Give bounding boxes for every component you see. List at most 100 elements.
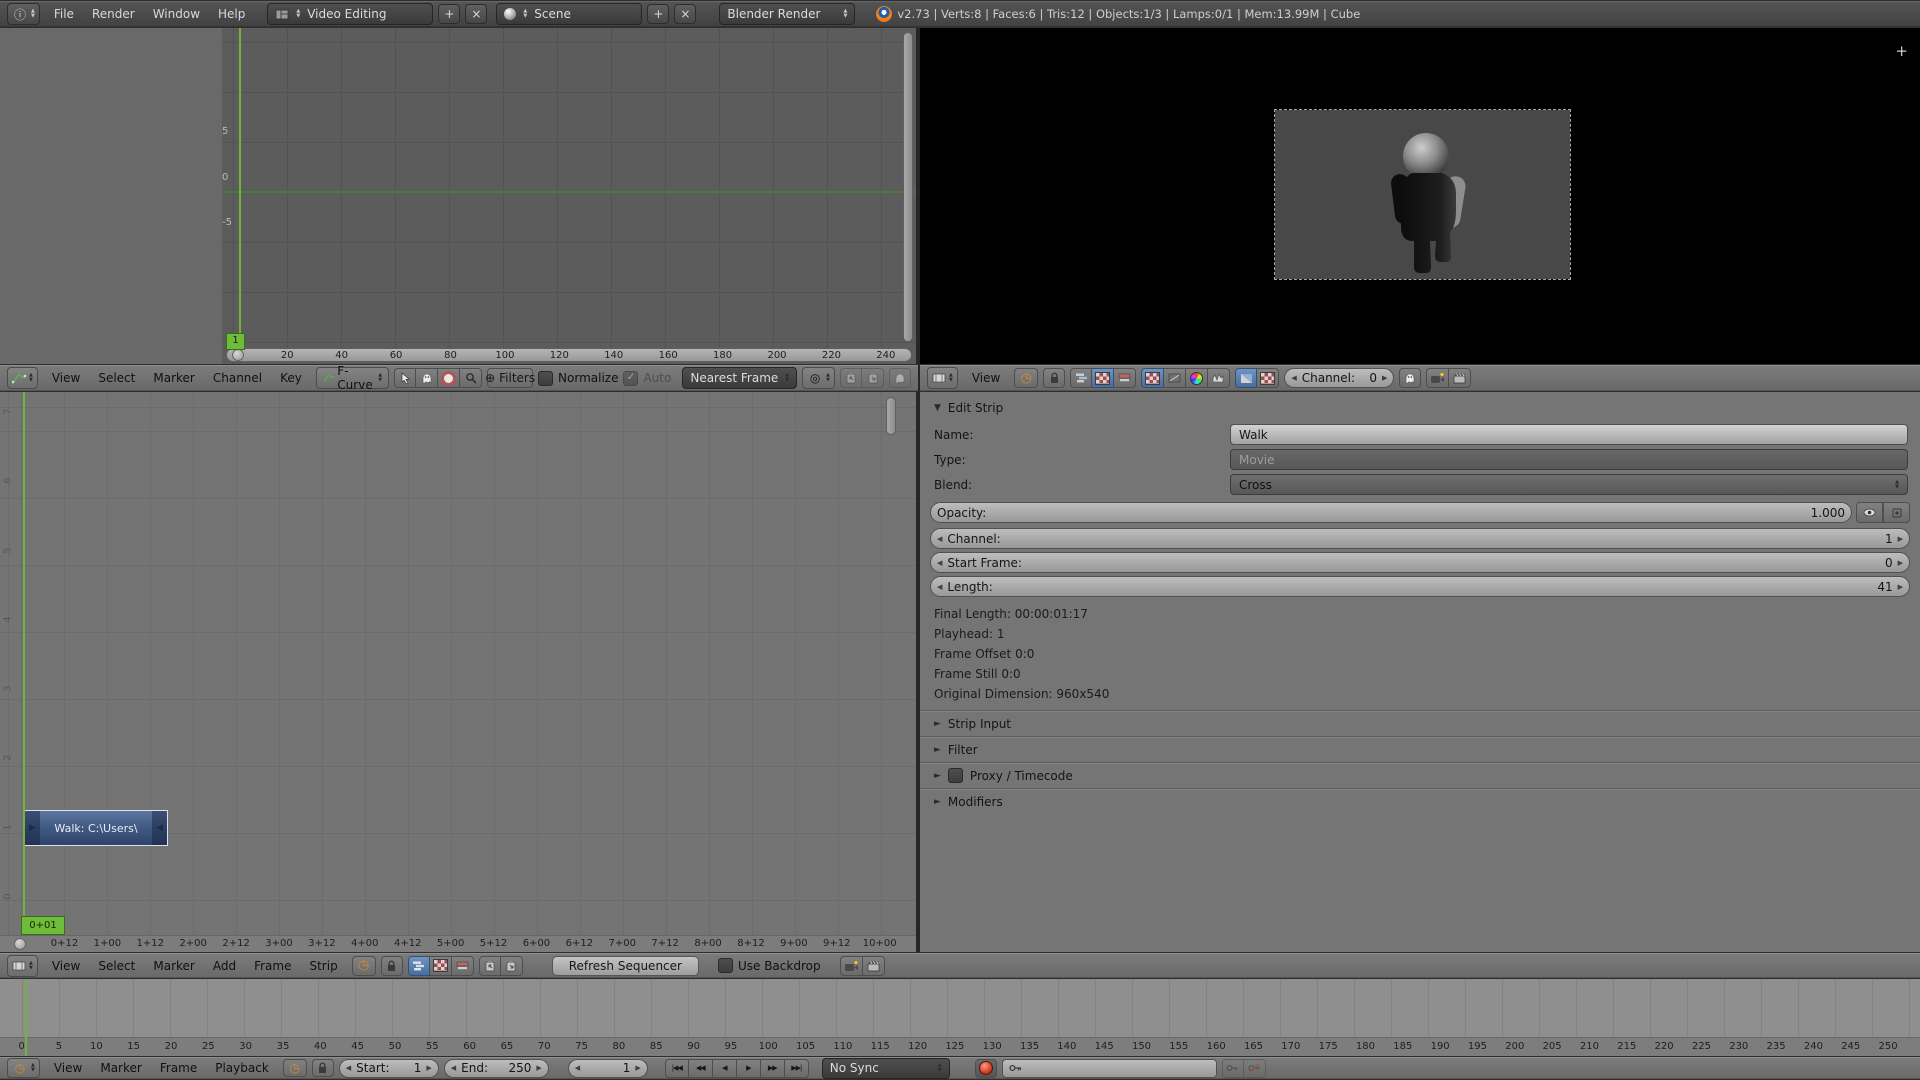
pivot-dropdown[interactable]: ◎ ▲▼ <box>802 367 835 389</box>
ghost-frames-button[interactable] <box>1399 368 1421 388</box>
menu-item[interactable]: Strip <box>300 957 346 975</box>
collapsed-panel-proxy-timecode[interactable]: ►✓Proxy / Timecode <box>920 762 1920 788</box>
menu-item[interactable]: Frame <box>245 957 300 975</box>
sequencer-current-frame-label[interactable]: 0+01 <box>21 916 65 935</box>
insert-keyframe-button[interactable] <box>1222 1059 1244 1078</box>
increment-arrow[interactable]: ▶ <box>1898 559 1903 567</box>
menu-item[interactable]: View <box>963 369 1009 387</box>
render-engine-selector[interactable]: Blender Render ▲▼ <box>719 3 855 25</box>
decrement-arrow[interactable]: ◀ <box>937 535 942 543</box>
length-field[interactable]: ◀ Length: 41 ▶ <box>930 576 1910 597</box>
proxy-checkbox[interactable]: ✓ <box>948 768 963 783</box>
menu-item[interactable]: Playback <box>206 1059 278 1077</box>
render-animation-button[interactable] <box>863 956 885 976</box>
render-animation-button[interactable] <box>1449 368 1471 388</box>
graph-editor-type-button[interactable]: ▲▼ <box>7 367 38 389</box>
decrement-arrow[interactable]: ◀ <box>346 1064 351 1072</box>
add-layout-button[interactable]: + <box>438 4 460 24</box>
scene-selector[interactable]: ▲▼ Scene <box>496 3 642 25</box>
normalize-checkbox[interactable]: ✓ <box>538 371 553 386</box>
end-frame-field[interactable]: ◀ End: 250 ▶ <box>444 1059 549 1078</box>
movie-strip[interactable]: ▶ Walk: C:\Users\ ◀ <box>24 810 168 846</box>
region-expand-icon[interactable]: + <box>1895 44 1908 59</box>
view-sequence-button[interactable] <box>408 956 430 976</box>
close-layout-button[interactable]: × <box>465 4 487 24</box>
menu-item[interactable]: File <box>45 5 83 23</box>
preview-editor-type-button[interactable]: ▲▼ <box>927 367 958 389</box>
menu-item[interactable]: Marker <box>144 369 203 387</box>
menu-item[interactable]: Select <box>89 957 144 975</box>
current-frame-indicator-button[interactable]: ◷ <box>352 956 376 976</box>
display-image-button[interactable] <box>1141 368 1164 388</box>
graph-ruler[interactable]: 20406080100120140160180200220240 <box>260 348 913 363</box>
render-opengl-button[interactable] <box>840 956 863 976</box>
graph-mode-dropdown[interactable]: F-Curve ▲▼ <box>316 367 389 389</box>
lock-button[interactable] <box>381 956 403 976</box>
menu-item[interactable]: Add <box>204 957 245 975</box>
filters-button[interactable]: ⊕ Filters <box>487 368 533 388</box>
jump-to-end-button[interactable]: ▶▶| <box>785 1059 809 1078</box>
menu-item[interactable]: Window <box>144 5 209 23</box>
record-button[interactable] <box>975 1059 997 1078</box>
menu-item[interactable]: Help <box>209 5 254 23</box>
start-frame-field[interactable]: ◀ Start: 1 ▶ <box>339 1059 439 1078</box>
paste-keyframes-button[interactable] <box>862 368 884 388</box>
decrement-arrow[interactable]: ◀ <box>451 1064 456 1072</box>
menu-item[interactable]: View <box>43 957 89 975</box>
preview-area[interactable]: + <box>918 28 1920 364</box>
current-frame-indicator-button[interactable]: ◷ <box>283 1059 307 1077</box>
menu-item[interactable]: Marker <box>144 957 203 975</box>
increment-arrow[interactable]: ▶ <box>1898 535 1903 543</box>
decrement-arrow[interactable]: ◀ <box>575 1064 580 1072</box>
sequencer-vertical-scrollbar[interactable] <box>886 397 896 435</box>
play-reverse-button[interactable]: ◀ <box>713 1059 737 1078</box>
render-opengl-button[interactable] <box>1426 368 1449 388</box>
increment-arrow[interactable]: ▶ <box>635 1064 640 1072</box>
menu-item[interactable]: Select <box>89 369 144 387</box>
view-preview-button[interactable] <box>430 956 452 976</box>
collapsed-panel-filter[interactable]: ►Filter <box>920 736 1920 762</box>
edit-strip-panel-header[interactable]: ▼ Edit Strip <box>934 397 1908 418</box>
timeline-editor-type-button[interactable]: ◷ ▲▼ <box>7 1058 40 1078</box>
graph-scrollbar-knob[interactable] <box>232 349 244 361</box>
play-button[interactable]: ▶ <box>737 1059 761 1078</box>
keying-set-field[interactable] <box>1002 1059 1217 1078</box>
sequencer-ruler[interactable]: 0+121+001+122+002+123+003+124+004+125+00… <box>43 936 901 952</box>
view-sequence-preview-button[interactable] <box>452 956 474 976</box>
graph-vertical-scrollbar[interactable] <box>903 32 913 342</box>
ghost-curves-button[interactable] <box>416 368 438 388</box>
use-backdrop-checkbox[interactable]: ✓ <box>718 958 733 973</box>
increment-arrow[interactable]: ▶ <box>1898 583 1903 591</box>
menu-item[interactable]: View <box>45 1059 91 1077</box>
opacity-animate-button[interactable] <box>1883 502 1910 523</box>
increment-arrow[interactable]: ▶ <box>1382 374 1387 382</box>
collapsed-panel-strip-input[interactable]: ►Strip Input <box>920 710 1920 736</box>
display-histogram-button[interactable] <box>1208 368 1230 388</box>
increment-arrow[interactable]: ▶ <box>426 1064 431 1072</box>
add-scene-button[interactable]: + <box>647 4 669 24</box>
opacity-slider[interactable]: Opacity: 1.000 <box>930 502 1852 523</box>
timeline-playhead[interactable] <box>25 979 27 1056</box>
snap-dropdown[interactable]: Nearest Frame ▲▼ <box>682 367 797 389</box>
sequencer-editor-type-button[interactable]: ▲▼ <box>7 955 38 977</box>
opacity-mute-button[interactable] <box>1856 502 1883 523</box>
preview-channel-field[interactable]: ◀ Channel: 0 ▶ <box>1284 368 1394 388</box>
graph-editor-area[interactable]: 50-5 20406080100120140160180200220240 1 <box>0 28 918 364</box>
timeline-area[interactable]: 0510152025303540455055606570758085909510… <box>0 979 1920 1056</box>
view-preview-button[interactable] <box>1092 368 1114 388</box>
screen-layout-selector[interactable]: ▲▼ Video Editing <box>267 3 433 25</box>
editor-type-selector[interactable]: ⓘ ▲▼ <box>7 3 40 25</box>
lock-button[interactable] <box>1043 368 1065 388</box>
sync-mode-dropdown[interactable]: No Sync ▲▼ <box>822 1058 950 1079</box>
refresh-sequencer-button[interactable]: Refresh Sequencer <box>552 956 699 976</box>
blend-dropdown[interactable]: Cross ▲▼ <box>1230 474 1908 495</box>
graph-playhead[interactable] <box>239 28 241 346</box>
strip-right-handle[interactable]: ◀ <box>152 811 167 845</box>
overdrop-button[interactable] <box>1235 368 1257 388</box>
safe-margin-button[interactable] <box>1257 368 1279 388</box>
prev-keyframe-button[interactable]: ◀◀ <box>689 1059 713 1078</box>
channel-field[interactable]: ◀ Channel: 1 ▶ <box>930 528 1910 549</box>
sequencer-timeline-area[interactable]: 76543210 ▶ Walk: C:\Users\ ◀ 0+01 0+121+… <box>0 392 918 952</box>
menu-item[interactable]: Key <box>271 369 311 387</box>
decrement-arrow[interactable]: ◀ <box>1291 374 1296 382</box>
